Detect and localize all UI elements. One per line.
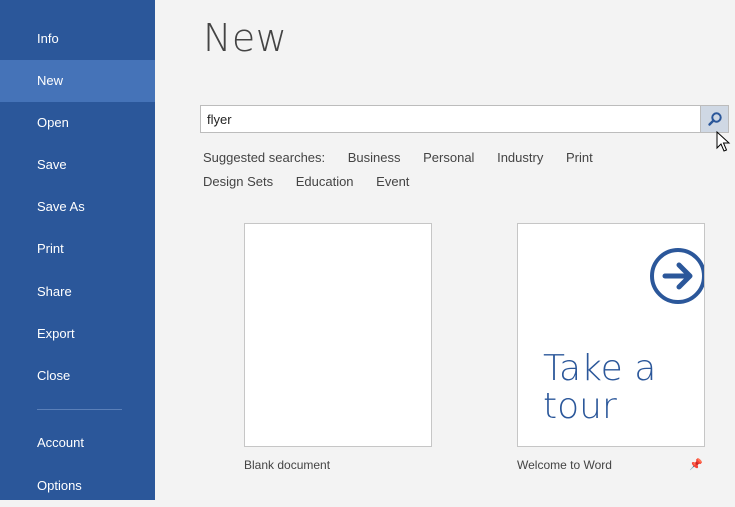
backstage-sidebar: Info New Open Save Save As Print Share E… (0, 0, 155, 500)
search-icon (708, 112, 722, 126)
template-caption: Blank document (244, 458, 331, 472)
sidebar-item-open[interactable]: Open (0, 102, 155, 144)
sidebar-item-share[interactable]: Share (0, 271, 155, 313)
suggested-search-link[interactable]: Industry (497, 150, 543, 165)
sidebar-item-new[interactable]: New (0, 60, 155, 102)
tour-text-line1: Take a (543, 348, 657, 389)
sidebar-item-options[interactable]: Options (0, 465, 155, 507)
template-caption: Welcome to Word (517, 458, 612, 472)
suggested-search-link[interactable]: Personal (423, 150, 474, 165)
sidebar-item-account[interactable]: Account (0, 422, 155, 464)
suggested-search-link[interactable]: Design Sets (203, 174, 273, 189)
sidebar-item-save-as[interactable]: Save As (0, 186, 155, 228)
sidebar-divider (37, 409, 122, 410)
tour-text-line2: tour (543, 386, 617, 427)
sidebar-item-close[interactable]: Close (0, 355, 155, 397)
template-thumbnail[interactable] (244, 223, 432, 447)
suggested-search-link[interactable]: Education (296, 174, 354, 189)
search-button[interactable] (700, 106, 728, 132)
sidebar-item-info[interactable]: Info (0, 18, 155, 60)
page-title: New (203, 16, 288, 60)
suggested-search-link[interactable]: Print (566, 150, 593, 165)
template-search-input[interactable] (201, 106, 698, 132)
sidebar-item-export[interactable]: Export (0, 313, 155, 355)
template-thumbnail[interactable]: Take a tour (517, 223, 705, 447)
suggested-searches-row2: Design Sets Education Event (203, 174, 428, 189)
suggested-search-link[interactable]: Business (348, 150, 401, 165)
suggested-search-link[interactable]: Event (376, 174, 409, 189)
template-search-box (200, 105, 729, 133)
suggested-searches-label: Suggested searches: (203, 150, 326, 165)
template-blank-document[interactable]: Blank document (244, 223, 432, 472)
sidebar-item-save[interactable]: Save (0, 144, 155, 186)
sidebar-item-print[interactable]: Print (0, 228, 155, 270)
tour-thumbnail-text: Take a tour (543, 350, 656, 426)
template-welcome-to-word[interactable]: Take a tour Welcome to Word (517, 223, 705, 472)
mouse-cursor-icon (716, 131, 731, 152)
suggested-searches: Suggested searches: Business Personal In… (203, 150, 612, 165)
pin-icon[interactable]: 📌 (689, 458, 703, 471)
arrow-circle-icon (650, 248, 704, 304)
